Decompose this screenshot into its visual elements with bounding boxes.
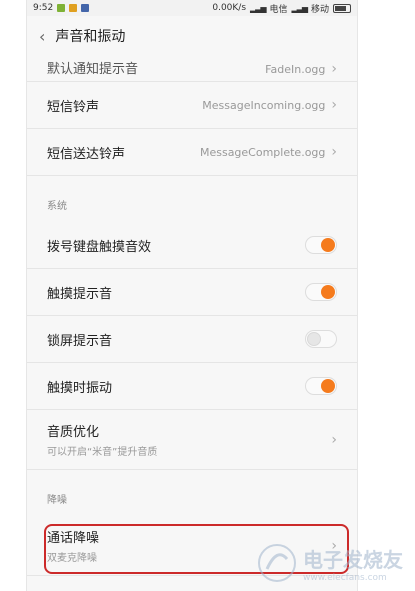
list-item-label: 短信铃声 (47, 99, 100, 115)
chevron-right-icon: › (331, 431, 337, 448)
network-speed: 0.00K/s (212, 3, 247, 13)
chevron-right-icon: › (331, 144, 337, 160)
list-item-subtitle: 可以开启“米音”提升音质 (47, 447, 158, 458)
list-item-value: MessageIncoming.ogg (202, 98, 326, 112)
app-notification-icon (57, 4, 66, 12)
signal-icon: ▂▃▅ (250, 3, 267, 13)
carrier-2: 移动 (310, 4, 329, 15)
watermark-url: www.elecfans.com (303, 572, 387, 583)
list-item-sms-ringtone[interactable]: 短信铃声 MessageIncoming.ogg › (27, 82, 357, 129)
list-item-audio-quality[interactable]: 音质优化 可以开启“米音”提升音质 › (27, 410, 357, 470)
chevron-right-icon: › (331, 61, 337, 77)
list-item-label: 短信送达铃声 (47, 146, 126, 162)
watermark-text: 电子发烧友 (303, 547, 403, 572)
list-item-label: 音质优化 (47, 425, 100, 440)
watermark: 电子发烧友 www.elecfans.com (255, 541, 403, 585)
carrier-1: 电信 (269, 4, 288, 15)
lock-sound-toggle[interactable] (305, 330, 337, 348)
list-item-label: 触摸提示音 (47, 286, 113, 302)
app-notification-icon (69, 4, 78, 12)
list-item-label: 锁屏提示音 (47, 333, 113, 349)
list-item-sms-sent-tone[interactable]: 短信送达铃声 MessageComplete.ogg › (27, 129, 357, 176)
elecfans-logo-icon (258, 544, 296, 582)
list-item-value: MessageComplete.ogg (199, 145, 326, 159)
list-item-label: 触摸时振动 (47, 380, 113, 396)
dialpad-sound-toggle[interactable] (305, 236, 337, 254)
list-item-label: 默认通知提示音 (47, 62, 139, 77)
touch-vibrate-toggle[interactable] (305, 377, 337, 395)
section-header-system: 系统 (47, 201, 67, 212)
list-item-touch-vibrate[interactable]: 触摸时振动 (27, 363, 357, 410)
battery-icon (333, 3, 351, 13)
list-item-label: 拨号键盘触摸音效 (47, 239, 152, 255)
chevron-right-icon: › (331, 97, 337, 113)
status-bar: 9:52 0.00K/s ▂▃▅ 电信 ▂▃▅ 移动 (27, 0, 357, 16)
status-time: 9:52 (33, 3, 54, 13)
signal-icon: ▂▃▅ (291, 3, 309, 13)
list-item-default-notification[interactable]: 默认通知提示音 FadeIn.ogg › (27, 56, 357, 82)
title-bar: ‹ 声音和振动 (27, 16, 357, 56)
list-item-dialpad-touch-sound[interactable]: 拨号键盘触摸音效 (27, 222, 357, 269)
chevron-left-icon[interactable]: ‹ (39, 27, 45, 46)
list-item-value: FadeIn.ogg (265, 62, 326, 76)
app-notification-icon (81, 4, 90, 12)
section-header-noise: 降噪 (47, 495, 67, 506)
page-title: 声音和振动 (55, 29, 126, 45)
list-item-touch-sound[interactable]: 触摸提示音 (27, 269, 357, 316)
phone-screen: 9:52 0.00K/s ▂▃▅ 电信 ▂▃▅ 移动 ‹ 声音和振动 默认通知提… (27, 0, 357, 591)
settings-list: 默认通知提示音 FadeIn.ogg › 短信铃声 MessageIncomin… (27, 56, 357, 576)
list-item-lock-sound[interactable]: 锁屏提示音 (27, 316, 357, 363)
touch-sound-toggle[interactable] (305, 283, 337, 301)
